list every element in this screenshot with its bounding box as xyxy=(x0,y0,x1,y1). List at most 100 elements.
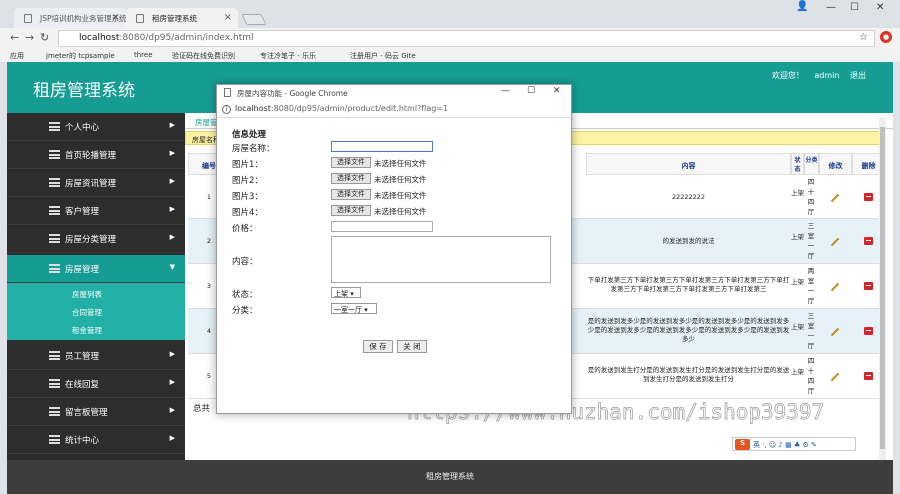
delete-icon[interactable] xyxy=(864,372,873,380)
url-input[interactable]: localhost:8080/dp95/admin/index.html ☆ xyxy=(58,30,875,47)
popup-title: 房屋内容功能 - Google Chrome xyxy=(237,89,348,98)
file-button-3[interactable]: 选择文件 xyxy=(331,189,371,200)
close-tab-icon[interactable]: × xyxy=(224,12,232,23)
file-button-2[interactable]: 选择文件 xyxy=(331,173,371,184)
extension-icon[interactable]: ● xyxy=(880,31,892,43)
stack-icon xyxy=(49,206,60,215)
label-status: 状态： xyxy=(232,290,258,300)
row-status: 上架 xyxy=(791,278,804,286)
sidebar-item-news[interactable]: 房屋资讯管理 ▶ xyxy=(7,169,185,197)
popup-url-host: localhost xyxy=(235,104,271,113)
ime-toolbar[interactable]: S 英 ·, ☺ ♪ ▦ ♣ ⚙ ✎ xyxy=(732,437,856,451)
submenu-contracts[interactable]: 合同管理 xyxy=(72,307,102,318)
stack-icon xyxy=(49,435,60,444)
sidebar-item-staff[interactable]: 员工管理 ▶ xyxy=(7,342,185,370)
bookmark-three[interactable]: three xyxy=(134,51,153,59)
chevron-right-icon: ▶ xyxy=(169,149,175,157)
label-img2: 图片2： xyxy=(232,176,263,186)
row-content: 下单打发第三方下单打发第三方下单打发第三方下单打发第三方下单打发第三方下单打发第… xyxy=(587,276,790,293)
page-scrollbar[interactable] xyxy=(879,117,886,460)
file-button-4[interactable]: 选择文件 xyxy=(331,205,371,216)
ime-tools-icon[interactable]: ·, ☺ ♪ ▦ ♣ ⚙ ✎ xyxy=(762,441,817,449)
stack-icon xyxy=(49,379,60,388)
house-name-input[interactable] xyxy=(331,141,433,152)
sidebar-item-categories[interactable]: 房屋分类管理 ▶ xyxy=(7,225,185,253)
sidebar-item-profile[interactable]: 个人中心 ▶ xyxy=(7,113,185,141)
bookmark-star-icon[interactable]: ☆ xyxy=(859,32,868,43)
label-content: 内容： xyxy=(232,257,258,267)
tab-jsp[interactable]: JSP培训机构业务管理系统 × xyxy=(14,8,126,28)
file-name-3: 未选择任何文件 xyxy=(374,191,427,200)
edit-pencil-icon[interactable] xyxy=(830,372,840,382)
label-img4: 图片4： xyxy=(232,208,263,218)
row-content: 的发送到发的说法 xyxy=(662,237,715,245)
delete-icon[interactable] xyxy=(864,327,873,335)
close-tab-icon[interactable]: × xyxy=(112,12,120,23)
submenu-house-list[interactable]: 房屋列表 xyxy=(72,289,102,300)
sidebar-item-label: 统计中心 xyxy=(65,436,100,446)
delete-icon[interactable] xyxy=(864,193,873,201)
profile-icon[interactable]: 👤 xyxy=(796,1,808,12)
price-input[interactable] xyxy=(331,221,433,232)
sidebar-item-label: 个人中心 xyxy=(65,123,100,133)
tab-strip: JSP培训机构业务管理系统 × 租房管理系统 × 👤 — ☐ ✕ xyxy=(0,0,900,28)
save-button[interactable]: 保 存 xyxy=(363,340,393,353)
sidebar-item-label: 房屋分类管理 xyxy=(65,235,117,245)
bookmark-zhuanzhu[interactable]: 专注冷笔子 - 乐乐 xyxy=(260,51,316,61)
delete-icon[interactable] xyxy=(864,237,873,245)
popup-url-path: :8080/dp95/admin/product/edit.html?flag=… xyxy=(270,104,449,113)
sidebar-item-customers[interactable]: 客户管理 ▶ xyxy=(7,197,185,225)
tab-rental[interactable]: 租房管理系统 × xyxy=(126,8,238,28)
status-select[interactable]: 上架 ▾ xyxy=(331,287,361,298)
chevron-right-icon: ▶ xyxy=(169,121,175,129)
page-icon xyxy=(224,88,231,97)
sidebar-item-messages[interactable]: 留言板管理 ▶ xyxy=(7,398,185,426)
sidebar-item-stats[interactable]: 统计中心 ▶ xyxy=(7,426,185,454)
new-tab-button[interactable] xyxy=(241,14,267,25)
bookmark-gitee[interactable]: 注册用户 - 码云 Gite xyxy=(350,51,416,61)
info-icon[interactable]: i xyxy=(222,105,231,114)
bookmark-apps[interactable]: 应用 xyxy=(10,51,24,61)
page-icon xyxy=(24,14,32,23)
edit-pencil-icon[interactable] xyxy=(830,237,840,247)
bookmark-jmeter[interactable]: jmeter的 tcpsample xyxy=(46,51,115,61)
stack-icon xyxy=(49,178,60,187)
file-button-1[interactable]: 选择文件 xyxy=(331,157,371,168)
sidebar-item-label: 首页轮播管理 xyxy=(65,151,117,161)
sidebar-item-houses[interactable]: 房屋管理 ▼ xyxy=(7,255,185,283)
row-status: 上架 xyxy=(791,323,804,331)
scrollbar-thumb[interactable] xyxy=(880,127,885,449)
bookmark-captcha[interactable]: 验证码在线免费识别 xyxy=(172,51,235,61)
edit-pencil-icon[interactable] xyxy=(830,193,840,203)
close-window-icon[interactable]: ✕ xyxy=(553,86,561,96)
chevron-right-icon: ▶ xyxy=(169,378,175,386)
submenu-rent[interactable]: 租金管理 xyxy=(72,325,102,336)
category-select[interactable]: 一室一厅 ▾ xyxy=(331,303,377,314)
edit-pencil-icon[interactable] xyxy=(830,282,840,292)
back-icon[interactable]: ← xyxy=(10,31,19,44)
file-name-1: 未选择任何文件 xyxy=(374,159,427,168)
reload-icon[interactable]: ↻ xyxy=(40,31,49,44)
col-header-status: 状态 xyxy=(791,153,804,175)
row-content: 是的发送到发生打分是的发送到发生打分是的发送到发生打分是的发送到发生打分是的发送… xyxy=(587,366,790,383)
maximize-icon[interactable]: ☐ xyxy=(527,86,535,96)
username[interactable]: admin xyxy=(814,71,839,80)
forward-icon[interactable]: → xyxy=(25,31,34,44)
minimize-icon[interactable]: — xyxy=(826,2,836,13)
sidebar-item-reply[interactable]: 在线回复 ▶ xyxy=(7,370,185,398)
content-textarea[interactable] xyxy=(331,236,551,283)
edit-pencil-icon[interactable] xyxy=(830,327,840,337)
sidebar-item-label: 留言板管理 xyxy=(65,408,108,418)
url-host: localhost xyxy=(79,33,120,43)
address-bar-row: ← → ↻ localhost:8080/dp95/admin/index.ht… xyxy=(0,28,900,48)
sidebar-item-carousel[interactable]: 首页轮播管理 ▶ xyxy=(7,141,185,169)
delete-icon[interactable] xyxy=(864,282,873,290)
ime-mode[interactable]: 英 xyxy=(753,441,760,449)
close-button[interactable]: 关 闭 xyxy=(397,340,427,353)
maximize-icon[interactable]: ☐ xyxy=(850,2,859,13)
row-status: 上架 xyxy=(791,233,804,241)
close-window-icon[interactable]: ✕ xyxy=(876,2,884,13)
minimize-icon[interactable]: — xyxy=(501,86,510,96)
logout-link[interactable]: 退出 xyxy=(850,71,866,80)
welcome-text: 欢迎您！ xyxy=(771,71,804,80)
